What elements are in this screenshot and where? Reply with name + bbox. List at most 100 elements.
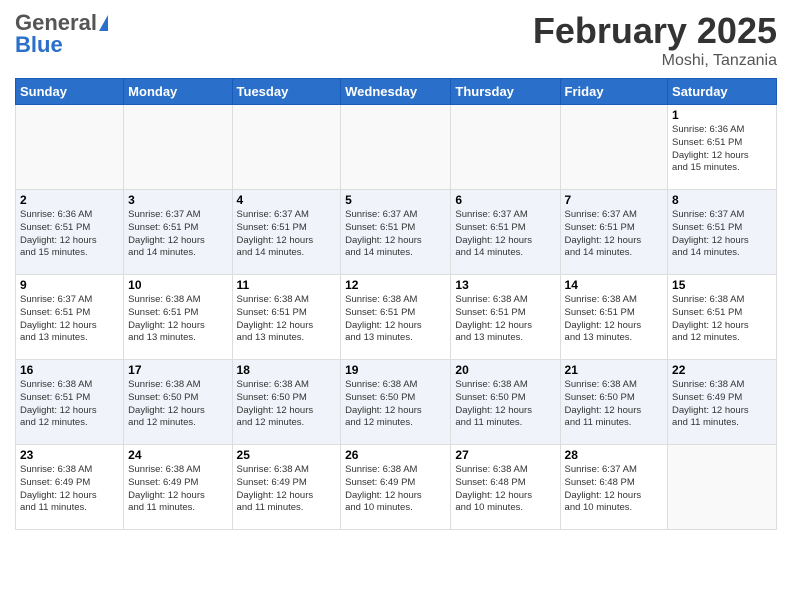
calendar-cell: 14 Sunrise: 6:38 AM Sunset: 6:51 PM Dayli…	[560, 275, 668, 360]
calendar-cell: 26 Sunrise: 6:38 AM Sunset: 6:49 PM Dayli…	[341, 445, 451, 530]
day-info: Sunrise: 6:38 AM Sunset: 6:48 PM Dayligh…	[455, 464, 555, 515]
day-info: Sunrise: 6:37 AM Sunset: 6:51 PM Dayligh…	[20, 294, 119, 345]
day-info: Sunrise: 6:37 AM Sunset: 6:51 PM Dayligh…	[565, 209, 664, 260]
logo: General Blue	[15, 10, 108, 58]
location: Moshi, Tanzania	[533, 52, 777, 70]
col-header-thursday: Thursday	[451, 79, 560, 105]
day-info: Sunrise: 6:38 AM Sunset: 6:50 PM Dayligh…	[128, 379, 227, 430]
calendar-cell: 25 Sunrise: 6:38 AM Sunset: 6:49 PM Dayli…	[232, 445, 341, 530]
calendar-cell	[341, 105, 451, 190]
calendar-cell: 17Sunrise: 6:38 AM Sunset: 6:50 PM Dayli…	[124, 360, 232, 445]
day-info: Sunrise: 6:37 AM Sunset: 6:51 PM Dayligh…	[672, 209, 772, 260]
week-row: 16Sunrise: 6:38 AM Sunset: 6:51 PM Dayli…	[16, 360, 777, 445]
day-number: 12	[345, 278, 446, 292]
calendar-cell: 9 Sunrise: 6:37 AM Sunset: 6:51 PM Daylig…	[16, 275, 124, 360]
calendar-cell: 24Sunrise: 6:38 AM Sunset: 6:49 PM Dayli…	[124, 445, 232, 530]
day-number: 8	[672, 193, 772, 207]
calendar-cell: 10Sunrise: 6:38 AM Sunset: 6:51 PM Dayli…	[124, 275, 232, 360]
calendar-cell	[451, 105, 560, 190]
day-number: 11	[237, 278, 337, 292]
day-info: Sunrise: 6:38 AM Sunset: 6:49 PM Dayligh…	[345, 464, 446, 515]
title-area: February 2025 Moshi, Tanzania	[533, 10, 777, 70]
day-number: 4	[237, 193, 337, 207]
day-number: 19	[345, 363, 446, 377]
day-info: Sunrise: 6:38 AM Sunset: 6:49 PM Dayligh…	[20, 464, 119, 515]
week-row: 23 Sunrise: 6:38 AM Sunset: 6:49 PM Dayli…	[16, 445, 777, 530]
day-info: Sunrise: 6:38 AM Sunset: 6:50 PM Dayligh…	[455, 379, 555, 430]
day-info: Sunrise: 6:37 AM Sunset: 6:51 PM Dayligh…	[455, 209, 555, 260]
day-number: 23	[20, 448, 119, 462]
calendar-cell: 27 Sunrise: 6:38 AM Sunset: 6:48 PM Dayli…	[451, 445, 560, 530]
calendar-cell: 22Sunrise: 6:38 AM Sunset: 6:49 PM Dayli…	[668, 360, 777, 445]
calendar-cell	[16, 105, 124, 190]
calendar-cell: 28 Sunrise: 6:37 AM Sunset: 6:48 PM Dayli…	[560, 445, 668, 530]
logo-triangle-icon	[99, 15, 108, 31]
calendar-cell: 7 Sunrise: 6:37 AM Sunset: 6:51 PM Daylig…	[560, 190, 668, 275]
day-info: Sunrise: 6:38 AM Sunset: 6:51 PM Dayligh…	[128, 294, 227, 345]
page: General Blue February 2025 Moshi, Tanzan…	[0, 0, 792, 612]
col-header-sunday: Sunday	[16, 79, 124, 105]
header-row: SundayMondayTuesdayWednesdayThursdayFrid…	[16, 79, 777, 105]
calendar-cell: 20 Sunrise: 6:38 AM Sunset: 6:50 PM Dayli…	[451, 360, 560, 445]
day-number: 27	[455, 448, 555, 462]
calendar-cell: 13Sunrise: 6:38 AM Sunset: 6:51 PM Dayli…	[451, 275, 560, 360]
week-row: 9 Sunrise: 6:37 AM Sunset: 6:51 PM Daylig…	[16, 275, 777, 360]
calendar-cell: 5 Sunrise: 6:37 AM Sunset: 6:51 PM Daylig…	[341, 190, 451, 275]
day-number: 5	[345, 193, 446, 207]
day-info: Sunrise: 6:37 AM Sunset: 6:48 PM Dayligh…	[565, 464, 664, 515]
header: General Blue February 2025 Moshi, Tanzan…	[15, 10, 777, 70]
day-info: Sunrise: 6:38 AM Sunset: 6:51 PM Dayligh…	[237, 294, 337, 345]
day-info: Sunrise: 6:38 AM Sunset: 6:50 PM Dayligh…	[565, 379, 664, 430]
day-info: Sunrise: 6:36 AM Sunset: 6:51 PM Dayligh…	[672, 124, 772, 175]
day-number: 2	[20, 193, 119, 207]
calendar-cell: 6Sunrise: 6:37 AM Sunset: 6:51 PM Daylig…	[451, 190, 560, 275]
day-number: 21	[565, 363, 664, 377]
day-info: Sunrise: 6:38 AM Sunset: 6:51 PM Dayligh…	[455, 294, 555, 345]
day-number: 26	[345, 448, 446, 462]
calendar-cell: 12Sunrise: 6:38 AM Sunset: 6:51 PM Dayli…	[341, 275, 451, 360]
col-header-wednesday: Wednesday	[341, 79, 451, 105]
calendar-cell	[124, 105, 232, 190]
day-info: Sunrise: 6:38 AM Sunset: 6:51 PM Dayligh…	[672, 294, 772, 345]
calendar-cell	[232, 105, 341, 190]
day-info: Sunrise: 6:38 AM Sunset: 6:49 PM Dayligh…	[672, 379, 772, 430]
day-number: 9	[20, 278, 119, 292]
day-number: 15	[672, 278, 772, 292]
day-info: Sunrise: 6:36 AM Sunset: 6:51 PM Dayligh…	[20, 209, 119, 260]
day-info: Sunrise: 6:38 AM Sunset: 6:49 PM Dayligh…	[237, 464, 337, 515]
logo-blue-text: Blue	[15, 32, 63, 58]
calendar-cell: 2 Sunrise: 6:36 AM Sunset: 6:51 PM Daylig…	[16, 190, 124, 275]
calendar-cell: 21 Sunrise: 6:38 AM Sunset: 6:50 PM Dayli…	[560, 360, 668, 445]
calendar-cell: 23 Sunrise: 6:38 AM Sunset: 6:49 PM Dayli…	[16, 445, 124, 530]
col-header-friday: Friday	[560, 79, 668, 105]
day-number: 28	[565, 448, 664, 462]
day-info: Sunrise: 6:37 AM Sunset: 6:51 PM Dayligh…	[345, 209, 446, 260]
calendar-cell: 19 Sunrise: 6:38 AM Sunset: 6:50 PM Dayli…	[341, 360, 451, 445]
day-number: 1	[672, 108, 772, 122]
day-number: 25	[237, 448, 337, 462]
day-number: 3	[128, 193, 227, 207]
calendar-cell: 11 Sunrise: 6:38 AM Sunset: 6:51 PM Dayli…	[232, 275, 341, 360]
calendar-cell	[668, 445, 777, 530]
month-title: February 2025	[533, 10, 777, 52]
calendar-cell: 15 Sunrise: 6:38 AM Sunset: 6:51 PM Dayli…	[668, 275, 777, 360]
col-header-saturday: Saturday	[668, 79, 777, 105]
day-info: Sunrise: 6:37 AM Sunset: 6:51 PM Dayligh…	[237, 209, 337, 260]
calendar-cell: 4 Sunrise: 6:37 AM Sunset: 6:51 PM Daylig…	[232, 190, 341, 275]
calendar-cell: 1 Sunrise: 6:36 AM Sunset: 6:51 PM Daylig…	[668, 105, 777, 190]
day-info: Sunrise: 6:38 AM Sunset: 6:50 PM Dayligh…	[345, 379, 446, 430]
day-info: Sunrise: 6:38 AM Sunset: 6:51 PM Dayligh…	[565, 294, 664, 345]
day-number: 20	[455, 363, 555, 377]
calendar-cell: 18 Sunrise: 6:38 AM Sunset: 6:50 PM Dayli…	[232, 360, 341, 445]
day-number: 14	[565, 278, 664, 292]
day-number: 7	[565, 193, 664, 207]
calendar-table: SundayMondayTuesdayWednesdayThursdayFrid…	[15, 78, 777, 530]
col-header-monday: Monday	[124, 79, 232, 105]
day-info: Sunrise: 6:38 AM Sunset: 6:50 PM Dayligh…	[237, 379, 337, 430]
week-row: 2 Sunrise: 6:36 AM Sunset: 6:51 PM Daylig…	[16, 190, 777, 275]
day-info: Sunrise: 6:37 AM Sunset: 6:51 PM Dayligh…	[128, 209, 227, 260]
day-number: 18	[237, 363, 337, 377]
calendar-cell: 8 Sunrise: 6:37 AM Sunset: 6:51 PM Daylig…	[668, 190, 777, 275]
day-number: 24	[128, 448, 227, 462]
col-header-tuesday: Tuesday	[232, 79, 341, 105]
